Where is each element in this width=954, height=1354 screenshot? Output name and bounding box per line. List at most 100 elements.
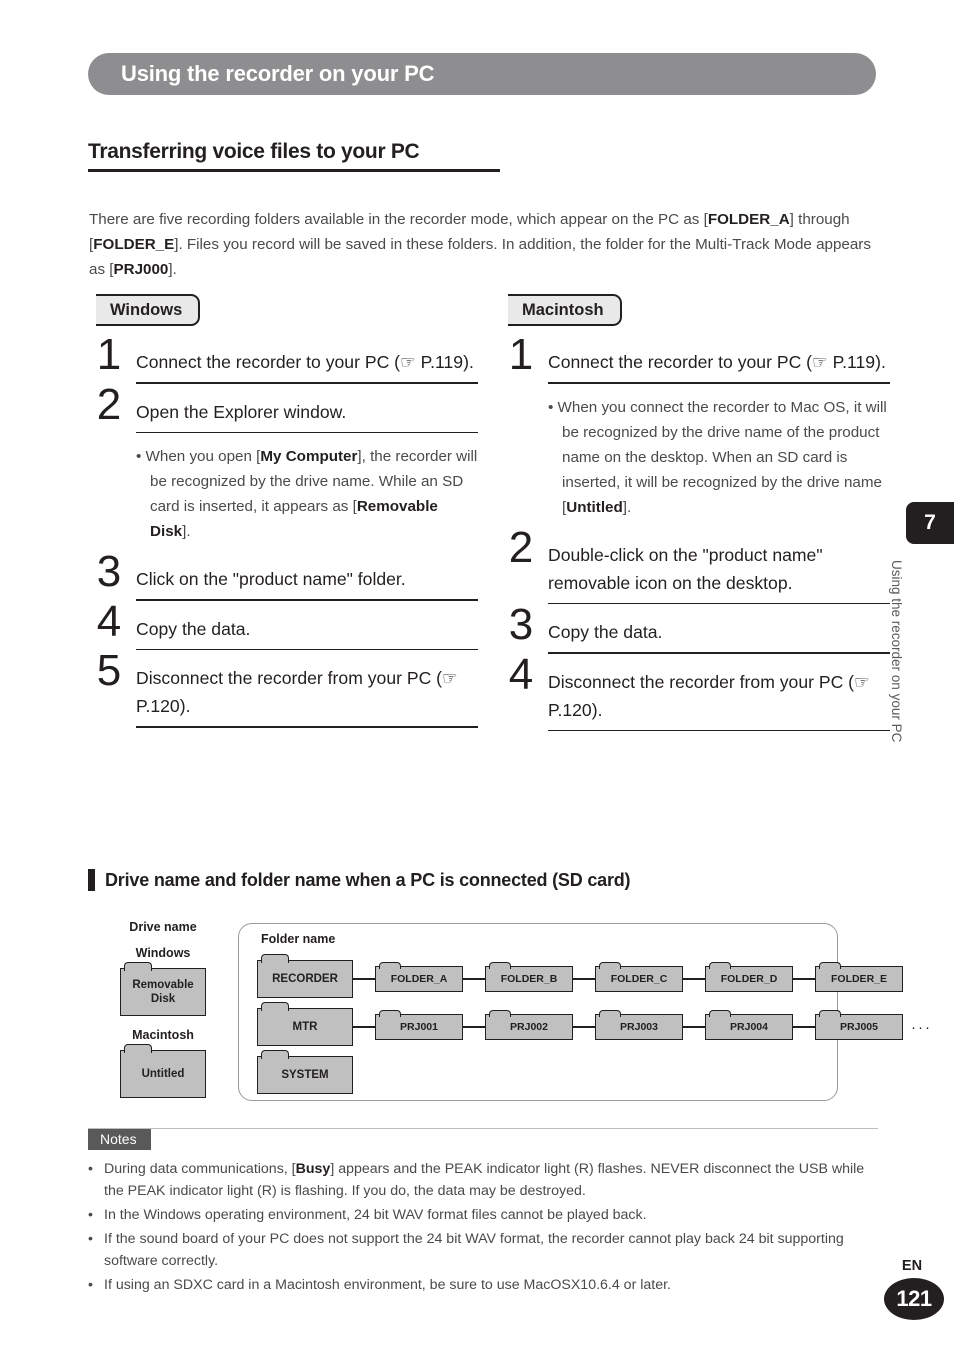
folder-untitled: Untitled — [120, 1044, 206, 1098]
folder-name-label: Folder name — [261, 932, 336, 946]
step-text: Disconnect the recorder from your PC (☞ … — [136, 668, 458, 716]
step-text: Double-click on the "product name" remov… — [548, 544, 823, 593]
step-number: 3 — [508, 600, 534, 649]
diagram-heading-bar — [88, 869, 95, 891]
bullet-dot: • — [88, 1207, 93, 1224]
note-item: • In the Windows operating environment, … — [88, 1204, 878, 1226]
tab-macintosh[interactable]: Macintosh — [508, 294, 622, 326]
bullet-text-1: When you open [ — [145, 448, 261, 465]
notes-divider — [88, 1128, 878, 1130]
intro-paragraph: There are five recording folders availab… — [89, 207, 879, 282]
bullet-text-2: ]. — [622, 498, 632, 516]
intro-bold-folder-e: FOLDER_E — [93, 236, 175, 254]
folder-mtr: MTR — [257, 1002, 353, 1046]
connector-line — [683, 1026, 705, 1028]
diagram-heading: Drive name and folder name when a PC is … — [88, 869, 631, 891]
language-code: EN — [901, 1258, 923, 1274]
drive-name-label: Drive name — [129, 920, 197, 934]
folder-system: SYSTEM — [257, 1050, 353, 1094]
note-item: • During data communications, [Busy] app… — [88, 1158, 878, 1202]
page-title-rule — [88, 169, 500, 172]
step-divider — [548, 652, 890, 654]
connector-line — [573, 1026, 595, 1028]
windows-note-bullet: • When you open [My Computer], the recor… — [136, 435, 478, 553]
step-divider — [136, 726, 478, 728]
bullet-bold-my-computer: My Computer — [260, 448, 358, 465]
step-number: 3 — [96, 547, 122, 596]
folder-name-panel: Folder name RECORDER FOLDER_A FOLDER_B F… — [238, 923, 930, 1101]
step-divider — [548, 729, 890, 731]
bullet-dot: • — [136, 448, 146, 465]
folder-prj004: PRJ004 — [705, 1010, 793, 1040]
connector-line — [463, 1026, 485, 1028]
step-item: 1 Connect the recorder to your PC (☞ P.1… — [500, 330, 890, 384]
note-item: • If using an SDXC card in a Macintosh e… — [88, 1274, 878, 1296]
bullet-dot: • — [88, 1231, 93, 1248]
step-number: 5 — [96, 646, 122, 695]
note-text: If using an SDXC card in a Macintosh env… — [104, 1277, 672, 1294]
connector-line — [353, 978, 375, 980]
intro-text-3: ]. Files you record will be saved in the… — [89, 236, 871, 279]
drive-windows-label: Windows — [135, 946, 191, 960]
chapter-tab-label: Using the recorder on your PC — [889, 560, 904, 743]
step-number: 4 — [96, 596, 122, 646]
step-item: 4 Disconnect the recorder from your PC (… — [500, 649, 890, 731]
note-text: In the Windows operating environment, 24… — [104, 1207, 647, 1224]
step-number: 4 — [508, 649, 534, 699]
note-text-1: During data communications, [ — [104, 1161, 296, 1178]
note-text: During data communications, [Busy] appea… — [104, 1158, 878, 1202]
page-title: Transferring voice files to your PC — [88, 140, 500, 172]
folder-folder-c: FOLDER_C — [595, 962, 683, 992]
step-divider — [548, 602, 890, 604]
chapter-banner: Using the recorder on your PC — [88, 53, 876, 95]
folder-structure-diagram: Drive name Windows Removable Disk Macint… — [88, 915, 930, 1110]
diagram-row: MTR PRJ001 PRJ002 PRJ003 PRJ004 PRJ005 ·… — [257, 1002, 932, 1046]
bullet-bold-untitled: Untitled — [566, 498, 623, 516]
step-item: 2 Open the Explorer window. — [88, 379, 478, 433]
note-bold-busy: Busy — [295, 1161, 331, 1178]
intro-bold-prj000: PRJ000 — [113, 261, 169, 279]
step-text: Copy the data. — [136, 618, 251, 639]
folder-prj001: PRJ001 — [375, 1010, 463, 1040]
connector-line — [463, 978, 485, 980]
notes-badge: Notes — [88, 1129, 151, 1151]
step-text: Disconnect the recorder from your PC (☞ … — [548, 671, 870, 720]
step-number: 2 — [96, 379, 122, 429]
step-item: 3 Click on the "product name" folder. — [88, 547, 478, 601]
step-text: Copy the data. — [548, 622, 663, 642]
folder-removable-disk: Removable Disk — [120, 962, 206, 1016]
folder-folder-a: FOLDER_A — [375, 962, 463, 992]
step-number: 1 — [508, 330, 534, 379]
folder-prj003: PRJ003 — [595, 1010, 683, 1040]
folder-folder-e: FOLDER_E — [815, 962, 903, 992]
note-text: If the sound board of your PC does not s… — [104, 1231, 844, 1270]
windows-steps-column: 1 Connect the recorder to your PC (☞ P.1… — [88, 330, 478, 730]
diagram-row: RECORDER FOLDER_A FOLDER_B FOLDER_C FOLD… — [257, 954, 903, 998]
page-number: 121 — [884, 1278, 944, 1320]
diagram-heading-text: Drive name and folder name when a PC is … — [105, 869, 631, 890]
macintosh-steps-column: 1 Connect the recorder to your PC (☞ P.1… — [500, 330, 890, 733]
drive-macintosh-label: Macintosh — [132, 1028, 194, 1042]
step-number: 1 — [96, 330, 122, 379]
step-text: Click on the "product name" folder. — [136, 569, 406, 589]
bullet-text-3: ]. — [182, 523, 191, 540]
connector-line — [353, 1026, 375, 1028]
notes-section: Notes • During data communications, [Bus… — [88, 1128, 878, 1298]
intro-text-4: ]. — [168, 261, 177, 279]
diagram-ellipsis: ··· — [911, 1018, 932, 1036]
bullet-dot: • — [88, 1277, 93, 1294]
folder-recorder: RECORDER — [257, 954, 353, 998]
step-divider — [136, 648, 478, 650]
step-item: 4 Copy the data. — [88, 596, 478, 650]
intro-bold-folder-a: FOLDER_A — [707, 211, 790, 229]
step-divider — [136, 599, 478, 601]
macintosh-note-bullet: • When you connect the recorder to Mac O… — [548, 386, 890, 529]
step-item: 2 Double-click on the "product name" rem… — [500, 525, 890, 604]
chapter-tab-number: 7 — [906, 502, 954, 544]
folder-folder-b: FOLDER_B — [485, 962, 573, 992]
step-item: 1 Connect the recorder to your PC (☞ P.1… — [88, 330, 478, 384]
drive-name-column: Drive name Windows Removable Disk Macint… — [88, 915, 238, 1098]
step-divider — [136, 382, 478, 384]
connector-line — [683, 978, 705, 980]
tab-windows[interactable]: Windows — [96, 294, 201, 326]
